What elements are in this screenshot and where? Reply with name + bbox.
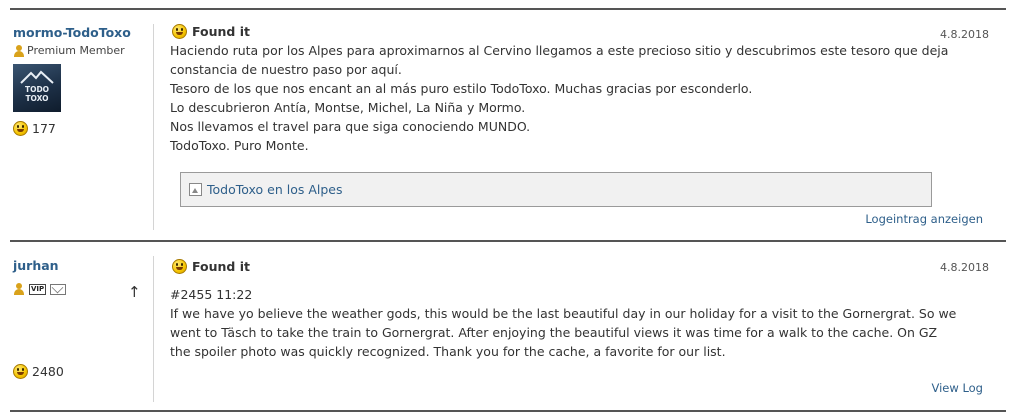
divider-top — [10, 8, 1006, 10]
log-text-line: TodoToxo. Puro Monte. — [170, 138, 309, 153]
log-type: Found it — [172, 259, 250, 274]
member-rank: Premium Member — [13, 44, 125, 57]
log-date: 4.8.2018 — [940, 28, 989, 41]
mail-icon[interactable] — [50, 283, 67, 295]
log-type: Found it — [172, 24, 250, 39]
avatar-text: TODO — [24, 85, 50, 94]
log-text-line: constancia de nuestro paso por aquí. — [170, 62, 402, 77]
log-type-label: Found it — [192, 259, 250, 274]
avatar-text: TOXO — [25, 94, 49, 103]
log-text: #2455 11:22 If we have yo believe the we… — [170, 285, 1000, 361]
username-link[interactable]: mormo-TodoToxo — [13, 25, 131, 40]
found-count: 177 — [13, 121, 56, 136]
divider-bottom — [10, 410, 1006, 412]
username-link[interactable]: jurhan — [13, 258, 59, 273]
column-separator — [153, 24, 154, 230]
found-count: 2480 — [13, 364, 64, 379]
log-text-line: went to Täsch to take the train to Gorne… — [170, 325, 938, 340]
log-text-line: the spoiler photo was quickly recognized… — [170, 344, 726, 359]
mountain-logo-icon — [20, 70, 54, 84]
log-text-line: Lo descubrieron Antía, Montse, Michel, L… — [170, 100, 526, 115]
log-type-label: Found it — [192, 24, 250, 39]
member-icon — [13, 44, 25, 57]
smiley-icon — [172, 259, 187, 274]
view-log-link[interactable]: View Log — [932, 381, 984, 395]
log-image-link[interactable]: TodoToxo en los Alpes — [207, 182, 343, 197]
log-text-line: Tesoro de los que nos encant an al más p… — [170, 81, 753, 96]
rank-label: Premium Member — [27, 44, 125, 57]
column-separator — [153, 256, 154, 402]
smiley-icon — [13, 121, 28, 136]
found-count-value: 177 — [32, 121, 56, 136]
divider-middle — [10, 240, 1006, 242]
log-text-line: Haciendo ruta por los Alpes para aproxim… — [170, 43, 949, 58]
smiley-icon — [13, 364, 28, 379]
found-count-value: 2480 — [32, 364, 64, 379]
image-icon — [189, 183, 202, 196]
vip-icon: VIP — [29, 283, 47, 295]
log-image-box: TodoToxo en los Alpes — [180, 172, 932, 207]
log-text-line: If we have yo believe the weather gods, … — [170, 306, 957, 321]
avatar[interactable]: TODO TOXO — [13, 64, 61, 112]
arrow-up-icon[interactable]: ↑ — [128, 283, 141, 301]
log-date: 4.8.2018 — [940, 261, 989, 274]
smiley-icon — [172, 24, 187, 39]
log-text-line: #2455 11:22 — [170, 287, 253, 302]
log-text-line: Nos llevamos el travel para que siga con… — [170, 119, 531, 134]
view-log-link[interactable]: Logeintrag anzeigen — [865, 212, 983, 226]
member-icon — [13, 283, 25, 295]
log-text: Haciendo ruta por los Alpes para aproxim… — [170, 41, 1000, 155]
member-icons: VIP — [13, 283, 67, 295]
